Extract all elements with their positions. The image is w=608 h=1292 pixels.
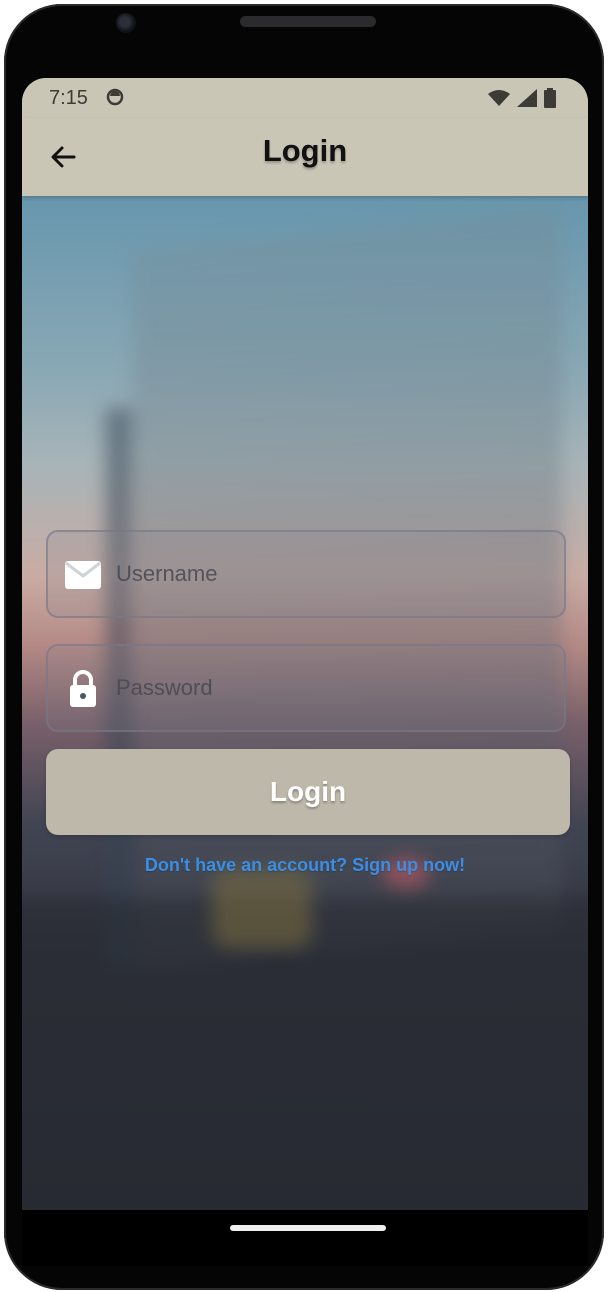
battery-icon (544, 88, 556, 108)
front-camera (116, 13, 136, 33)
sync-icon (106, 88, 124, 106)
wifi-icon (488, 90, 510, 106)
mail-icon (64, 558, 102, 592)
page-title: Login (262, 133, 348, 168)
home-indicator[interactable] (230, 1225, 386, 1231)
username-input[interactable] (116, 552, 536, 596)
status-icons (488, 88, 556, 108)
lock-icon (64, 670, 102, 707)
signup-link[interactable]: Don't have an account? Sign up now! (22, 855, 588, 876)
background-car-shape (212, 868, 312, 948)
navigation-bar (22, 1210, 588, 1266)
username-field[interactable] (46, 530, 566, 618)
status-bar: 7:15 (22, 78, 588, 118)
signal-icon (517, 89, 537, 107)
password-input[interactable] (116, 666, 536, 710)
screen: 7:15 Login Username Login Don't have an … (22, 78, 588, 1210)
phone-frame: 7:15 Login Username Login Don't have an … (4, 4, 604, 1290)
speaker-grille (240, 16, 376, 27)
login-button[interactable]: Login (46, 749, 570, 835)
app-bar: Login (22, 118, 588, 196)
password-field[interactable] (46, 644, 566, 732)
status-time: 7:15 (49, 87, 88, 109)
